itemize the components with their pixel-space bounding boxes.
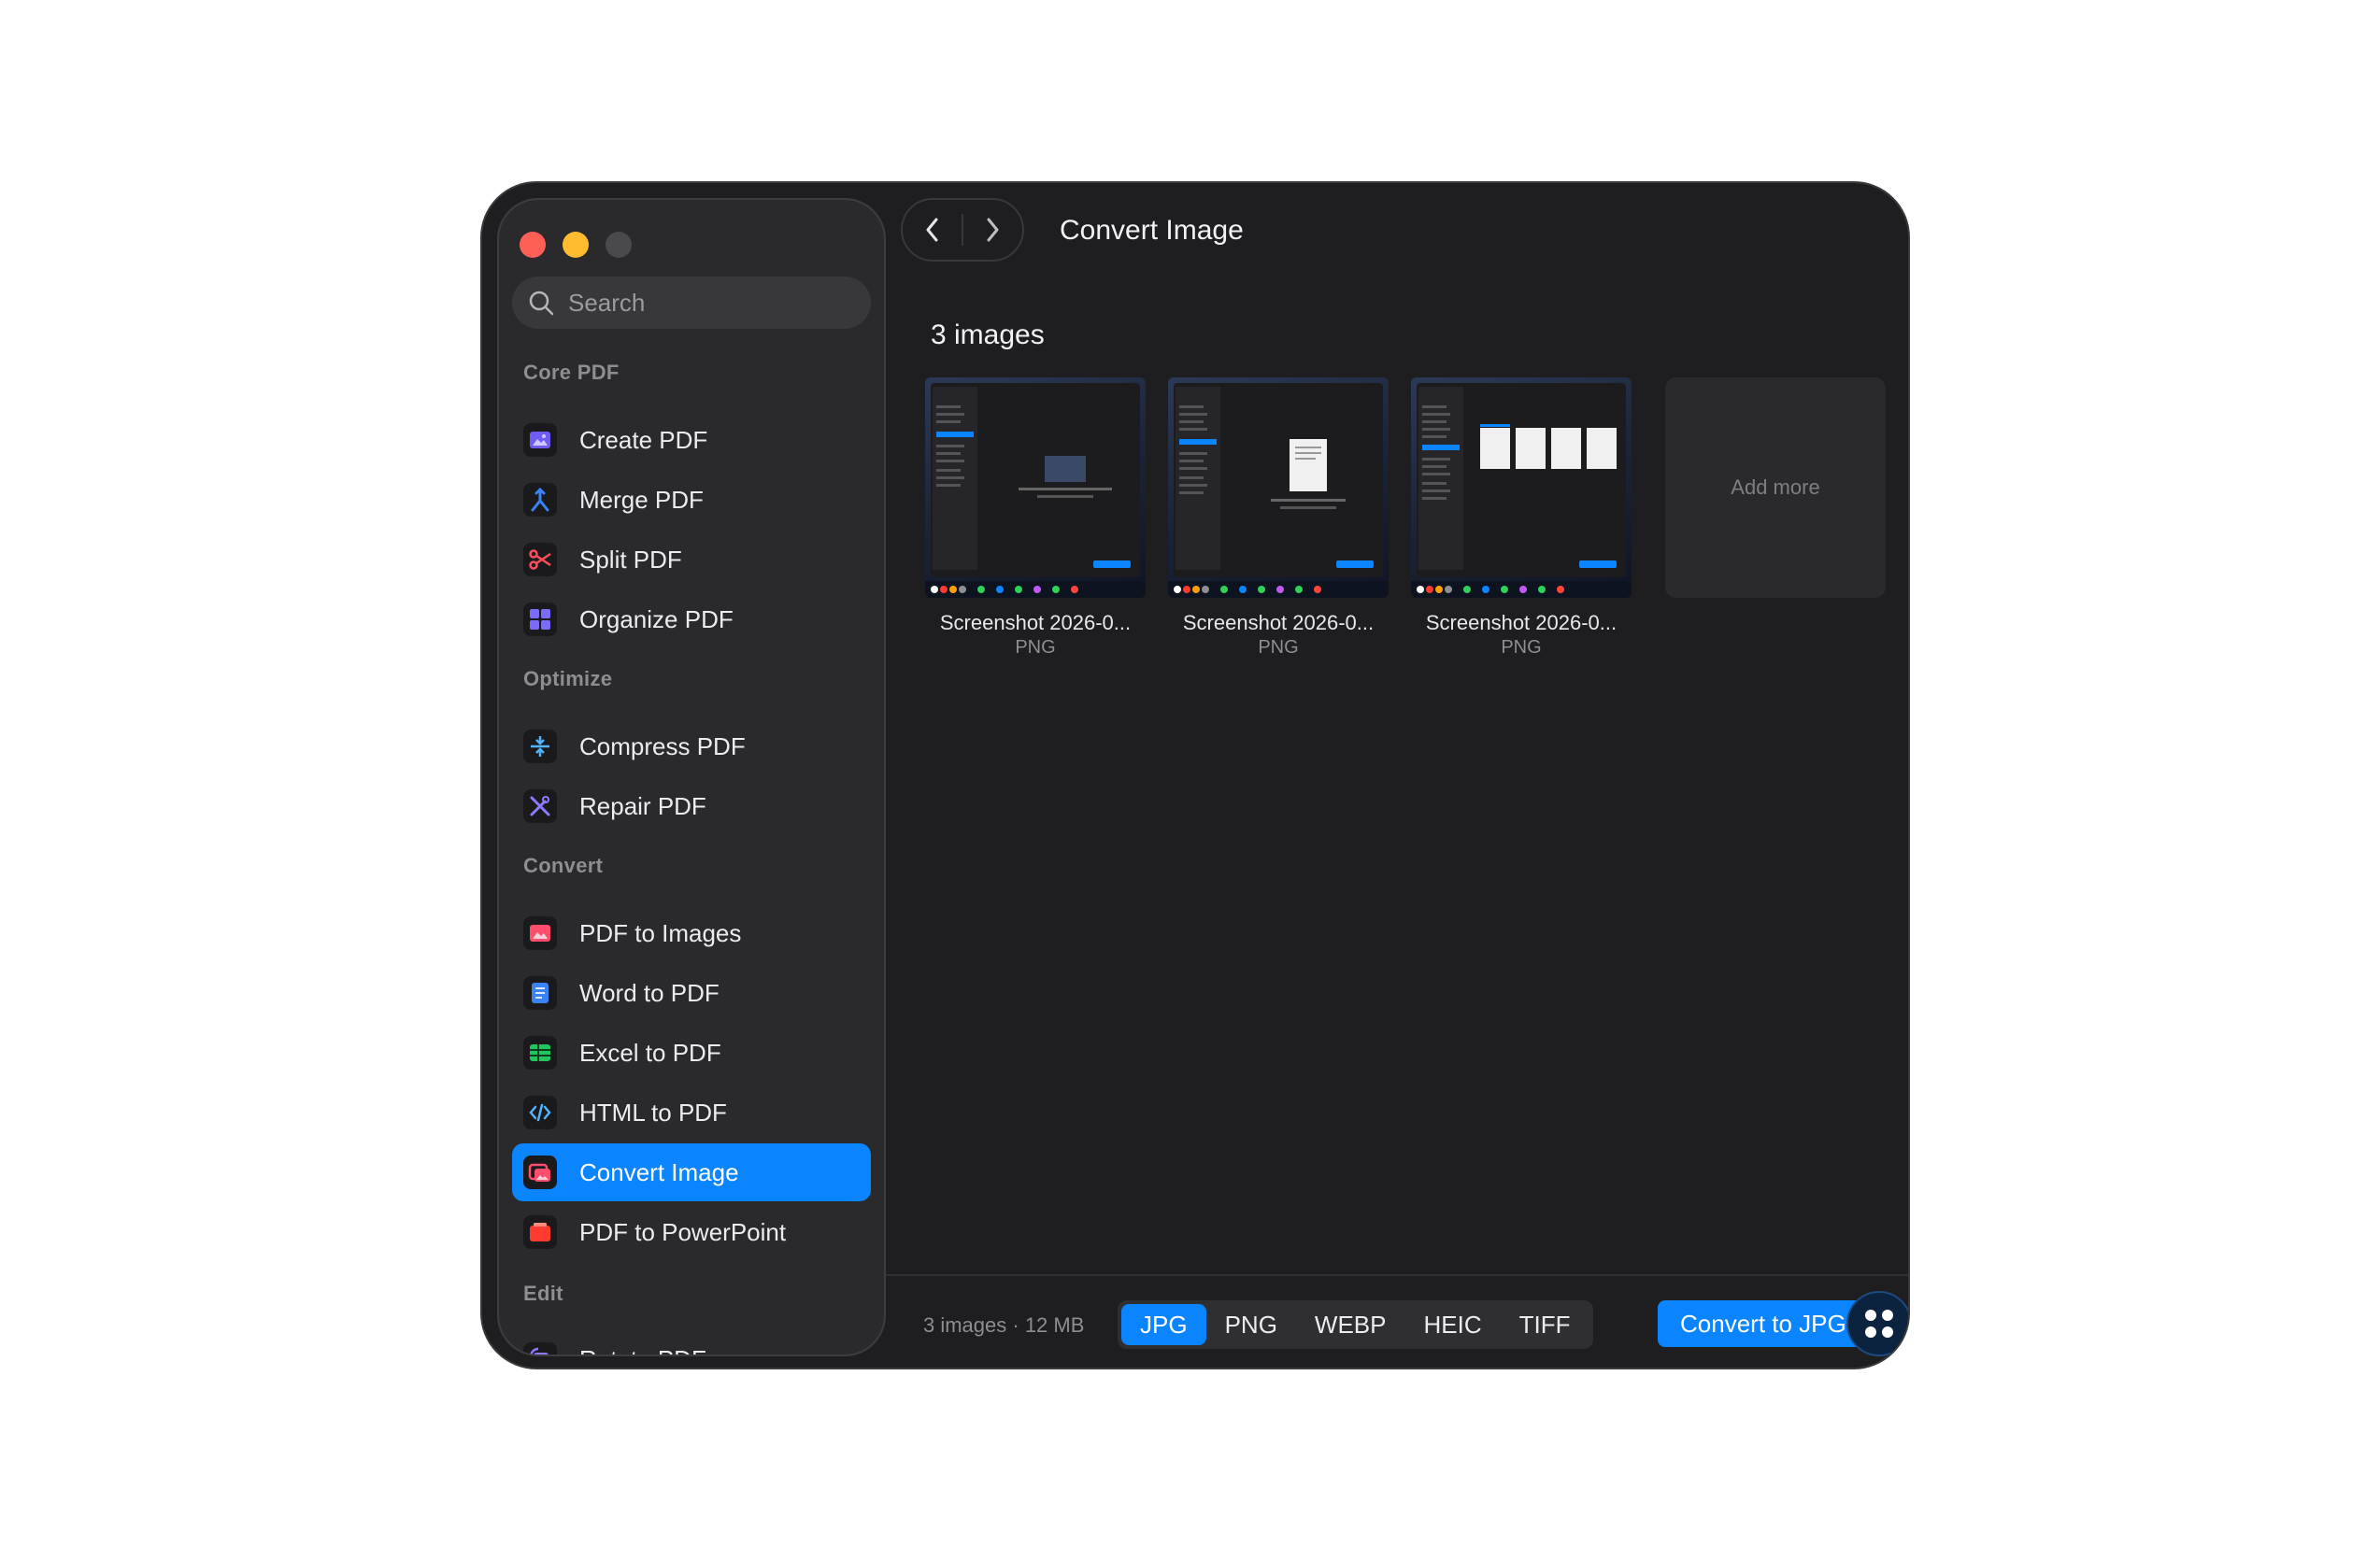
format-selector: JPG PNG WEBP HEIC TIFF bbox=[1118, 1300, 1593, 1349]
image-thumbnail[interactable]: Screenshot 2026-0... PNG bbox=[925, 377, 1146, 659]
image-filetype: PNG bbox=[1258, 637, 1299, 658]
thumbnail-preview bbox=[1411, 377, 1632, 598]
minimize-window-button[interactable] bbox=[563, 232, 589, 258]
compress-icon bbox=[523, 730, 557, 763]
table-icon bbox=[523, 1036, 557, 1070]
back-button[interactable] bbox=[903, 200, 962, 260]
image-count-title: 3 images bbox=[931, 319, 1045, 350]
sidebar-item-html-to-pdf[interactable]: HTML to PDF bbox=[512, 1084, 871, 1142]
floating-action-button[interactable] bbox=[1846, 1291, 1908, 1356]
main-content: Convert Image 3 images Screenshot 2026-0… bbox=[886, 183, 1908, 1368]
sidebar-item-excel-to-pdf[interactable]: Excel to PDF bbox=[512, 1024, 871, 1082]
close-window-button[interactable] bbox=[520, 232, 546, 258]
chevron-left-icon bbox=[926, 218, 937, 242]
sidebar-item-label: Convert Image bbox=[579, 1157, 739, 1186]
image-filename: Screenshot 2026-0... bbox=[939, 611, 1132, 634]
sidebar-item-organize-pdf[interactable]: Organize PDF bbox=[512, 590, 871, 648]
sidebar-item-label: HTML to PDF bbox=[579, 1098, 727, 1127]
image-filetype: PNG bbox=[1501, 637, 1542, 658]
add-more-button[interactable]: Add more bbox=[1665, 377, 1886, 598]
zoom-window-button[interactable] bbox=[606, 232, 632, 258]
sidebar: Core PDF Create PDF Merge PDF Split PDF … bbox=[497, 198, 886, 1356]
format-option-heic[interactable]: HEIC bbox=[1405, 1304, 1501, 1345]
format-option-png[interactable]: PNG bbox=[1206, 1304, 1296, 1345]
chevron-right-icon bbox=[987, 218, 999, 242]
sidebar-item-label: Organize PDF bbox=[579, 604, 734, 633]
image-filename: Screenshot 2026-0... bbox=[1182, 611, 1375, 634]
search-box[interactable] bbox=[512, 277, 871, 329]
sidebar-item-repair-pdf[interactable]: Repair PDF bbox=[512, 777, 871, 835]
connect-nodes-icon bbox=[1865, 1310, 1893, 1338]
image-filename: Screenshot 2026-0... bbox=[1425, 611, 1618, 634]
image-thumbnail[interactable]: Screenshot 2026-0... PNG bbox=[1168, 377, 1389, 659]
sidebar-item-label: PDF to Images bbox=[579, 918, 742, 947]
sidebar-item-pdf-to-images[interactable]: PDF to Images bbox=[512, 904, 871, 962]
search-input[interactable] bbox=[566, 287, 850, 319]
sidebar-item-rotate-pdf[interactable]: Rotate PDF bbox=[512, 1330, 871, 1355]
thumbnail-preview bbox=[1168, 377, 1389, 598]
format-option-jpg[interactable]: JPG bbox=[1121, 1304, 1206, 1345]
sidebar-item-label: Repair PDF bbox=[579, 791, 706, 820]
bottom-toolbar: 3 images · 12 MB JPG PNG WEBP HEIC TIFF … bbox=[886, 1274, 1908, 1368]
image-filetype: PNG bbox=[1015, 637, 1056, 658]
tools-icon bbox=[523, 789, 557, 823]
search-icon bbox=[529, 291, 554, 316]
sidebar-item-label: Create PDF bbox=[579, 425, 708, 454]
screenshot-preview-graphic bbox=[1411, 383, 1632, 598]
sidebar-item-label: PDF to PowerPoint bbox=[579, 1217, 787, 1246]
section-title-convert: Convert bbox=[523, 854, 604, 877]
section-title-edit: Edit bbox=[523, 1282, 563, 1305]
word-icon bbox=[523, 976, 557, 1010]
sidebar-item-create-pdf[interactable]: Create PDF bbox=[512, 411, 871, 469]
forward-button[interactable] bbox=[963, 200, 1022, 260]
format-option-tiff[interactable]: TIFF bbox=[1501, 1304, 1589, 1345]
image-thumbnail[interactable]: Screenshot 2026-0... PNG bbox=[1411, 377, 1632, 659]
images-icon bbox=[523, 1156, 557, 1189]
image-pdf-icon bbox=[523, 423, 557, 457]
sidebar-item-label: Word to PDF bbox=[579, 978, 720, 1007]
screenshot-preview-graphic bbox=[1168, 383, 1389, 598]
sidebar-item-label: Split PDF bbox=[579, 545, 682, 574]
sidebar-item-label: Excel to PDF bbox=[579, 1038, 721, 1067]
window-controls bbox=[520, 232, 632, 258]
sidebar-item-pdf-to-powerpoint[interactable]: PDF to PowerPoint bbox=[512, 1203, 871, 1261]
sidebar-item-compress-pdf[interactable]: Compress PDF bbox=[512, 717, 871, 775]
sidebar-item-word-to-pdf[interactable]: Word to PDF bbox=[512, 964, 871, 1022]
format-option-webp[interactable]: WEBP bbox=[1296, 1304, 1405, 1345]
thumbnail-preview bbox=[925, 377, 1146, 598]
section-title-optimize: Optimize bbox=[523, 667, 613, 690]
rotate-icon bbox=[523, 1342, 557, 1355]
code-icon bbox=[523, 1096, 557, 1129]
app-window: Core PDF Create PDF Merge PDF Split PDF … bbox=[480, 181, 1910, 1369]
sidebar-item-split-pdf[interactable]: Split PDF bbox=[512, 531, 871, 589]
picture-icon bbox=[523, 916, 557, 950]
scissors-icon bbox=[523, 543, 557, 576]
sidebar-item-label: Compress PDF bbox=[579, 731, 746, 760]
navigation-buttons bbox=[901, 198, 1024, 262]
slides-icon bbox=[523, 1215, 557, 1249]
merge-icon bbox=[523, 483, 557, 517]
page-title: Convert Image bbox=[1060, 215, 1244, 246]
selection-info: 3 images · 12 MB bbox=[923, 1313, 1085, 1337]
convert-button[interactable]: Convert to JPG bbox=[1658, 1300, 1867, 1347]
sidebar-item-label: Merge PDF bbox=[579, 485, 704, 514]
sidebar-item-label: Rotate PDF bbox=[579, 1345, 706, 1355]
sidebar-item-convert-image[interactable]: Convert Image bbox=[512, 1143, 871, 1201]
section-title-core-pdf: Core PDF bbox=[523, 361, 620, 384]
sidebar-item-merge-pdf[interactable]: Merge PDF bbox=[512, 471, 871, 529]
screenshot-preview-graphic bbox=[925, 383, 1146, 598]
grid-icon bbox=[523, 603, 557, 636]
